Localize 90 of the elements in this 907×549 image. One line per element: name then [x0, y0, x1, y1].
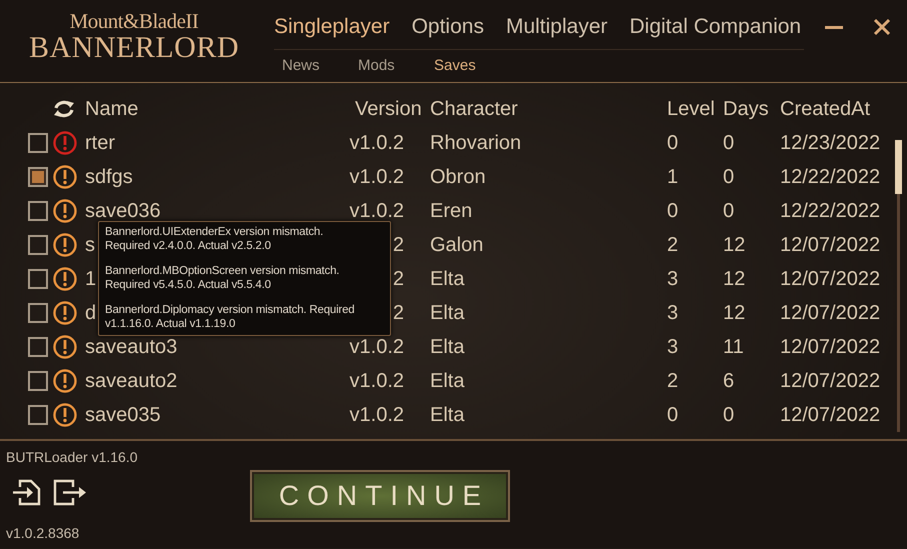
save-name: s: [85, 234, 95, 256]
level-cell: 2: [667, 370, 678, 392]
sub-tab[interactable]: Mods: [358, 56, 434, 74]
checkbox[interactable]: [28, 303, 48, 323]
version-cell: 2: [392, 302, 404, 324]
version-cell: v1.0.2: [350, 132, 404, 154]
nav-tab[interactable]: Options: [412, 14, 484, 38]
checkbox[interactable]: [28, 337, 48, 357]
date-cell: 12/07/2022: [780, 268, 880, 290]
import-icon[interactable]: [13, 479, 41, 506]
checkbox[interactable]: [28, 201, 48, 221]
tooltip-message: Bannerlord.MBOptionScreen version mismatch. Required v5.4.5.0. Actual v5.5.4.0: [105, 265, 340, 292]
checkbox[interactable]: [28, 167, 48, 187]
character-cell: Rhovarion: [430, 132, 522, 154]
checkbox[interactable]: [28, 133, 48, 153]
checkbox[interactable]: [28, 269, 48, 289]
character-cell: Elta: [430, 370, 464, 392]
tooltip-message: Bannerlord.Diplomacy version mismatch. Required v1.1.16.0. Actual v1.1.19.0: [105, 304, 356, 331]
date-cell: 12/07/2022: [780, 302, 880, 324]
loader-version: BUTRLoader v1.16.0: [6, 449, 139, 465]
character-cell: Galon: [430, 234, 484, 256]
continue-button[interactable]: CONTINUE: [250, 470, 510, 522]
version-cell: v1.0.2: [350, 370, 404, 392]
column-header: Character: [430, 98, 518, 120]
level-cell: 3: [667, 302, 678, 324]
date-cell: 12/22/2022: [780, 166, 880, 188]
logo-subtitle: BANNERLORD: [28, 32, 239, 64]
days-cell: 0: [723, 404, 734, 426]
character-cell: Eren: [430, 200, 472, 222]
character-cell: Elta: [430, 302, 464, 324]
column-header: Level: [667, 98, 715, 120]
game-version: v1.0.2.8368: [6, 525, 80, 541]
character-cell: Obron: [430, 166, 486, 188]
level-cell: 3: [667, 268, 678, 290]
days-cell: 12: [723, 302, 746, 324]
save-name: save036: [85, 200, 161, 222]
column-header: CreatedAt: [780, 98, 870, 120]
days-cell: 12: [723, 268, 746, 290]
save-name: saveauto3: [85, 336, 178, 358]
column-header: Version: [355, 98, 422, 120]
save-name: 1: [85, 268, 96, 290]
version-cell: 2: [392, 234, 404, 256]
save-name: rter: [85, 132, 115, 154]
level-cell: 2: [667, 234, 678, 256]
refresh-icon[interactable]: [53, 99, 75, 119]
sub-tab[interactable]: News: [282, 56, 358, 74]
checkbox[interactable]: [28, 371, 48, 391]
column-header: Days: [723, 98, 769, 120]
days-cell: 6: [723, 370, 734, 392]
version-cell: v1.0.2: [350, 166, 404, 188]
save-name: saveauto2: [85, 370, 178, 392]
days-cell: 0: [723, 132, 734, 154]
character-cell: Elta: [430, 336, 464, 358]
days-cell: 0: [723, 166, 734, 188]
nav-tab[interactable]: Singleplayer: [274, 14, 390, 38]
nav-tab[interactable]: Digital Companion: [630, 14, 802, 38]
nav-tab[interactable]: Multiplayer: [506, 14, 608, 38]
logo-title: Mount&BladeII: [70, 10, 198, 32]
days-cell: 12: [723, 234, 746, 256]
checkbox[interactable]: [28, 405, 48, 425]
scrollbar-track[interactable]: [897, 140, 900, 432]
date-cell: 12/07/2022: [780, 370, 880, 392]
column-header: Name: [85, 98, 138, 120]
date-cell: 12/07/2022: [780, 336, 880, 358]
version-cell: 2: [392, 268, 404, 290]
date-cell: 12/07/2022: [780, 404, 880, 426]
date-cell: 12/23/2022: [780, 132, 880, 154]
level-cell: 0: [667, 200, 678, 222]
level-cell: 1: [667, 166, 678, 188]
sub-tab[interactable]: Saves: [434, 56, 510, 74]
level-cell: 0: [667, 132, 678, 154]
export-icon[interactable]: [53, 479, 87, 506]
days-cell: 0: [723, 200, 734, 222]
close-icon[interactable]: [873, 18, 891, 36]
level-cell: 3: [667, 336, 678, 358]
character-cell: Elta: [430, 268, 464, 290]
tooltip-message: Bannerlord.UIExtenderEx version mismatch. Required v2.4.0.0. Actual v2.5.2.0: [105, 226, 324, 253]
level-cell: 0: [667, 404, 678, 426]
save-name: d: [85, 302, 96, 324]
version-cell: v1.0.2: [350, 336, 404, 358]
save-name: save035: [85, 404, 161, 426]
days-cell: 11: [723, 336, 744, 358]
character-cell: Elta: [430, 404, 464, 426]
save-name: sdfgs: [85, 166, 133, 188]
date-cell: 12/22/2022: [780, 200, 880, 222]
date-cell: 12/07/2022: [780, 234, 880, 256]
checkbox[interactable]: [28, 235, 48, 255]
version-cell: v1.0.2: [350, 404, 404, 426]
scrollbar-thumb[interactable]: [895, 140, 902, 194]
version-cell: v1.0.2: [350, 200, 404, 222]
